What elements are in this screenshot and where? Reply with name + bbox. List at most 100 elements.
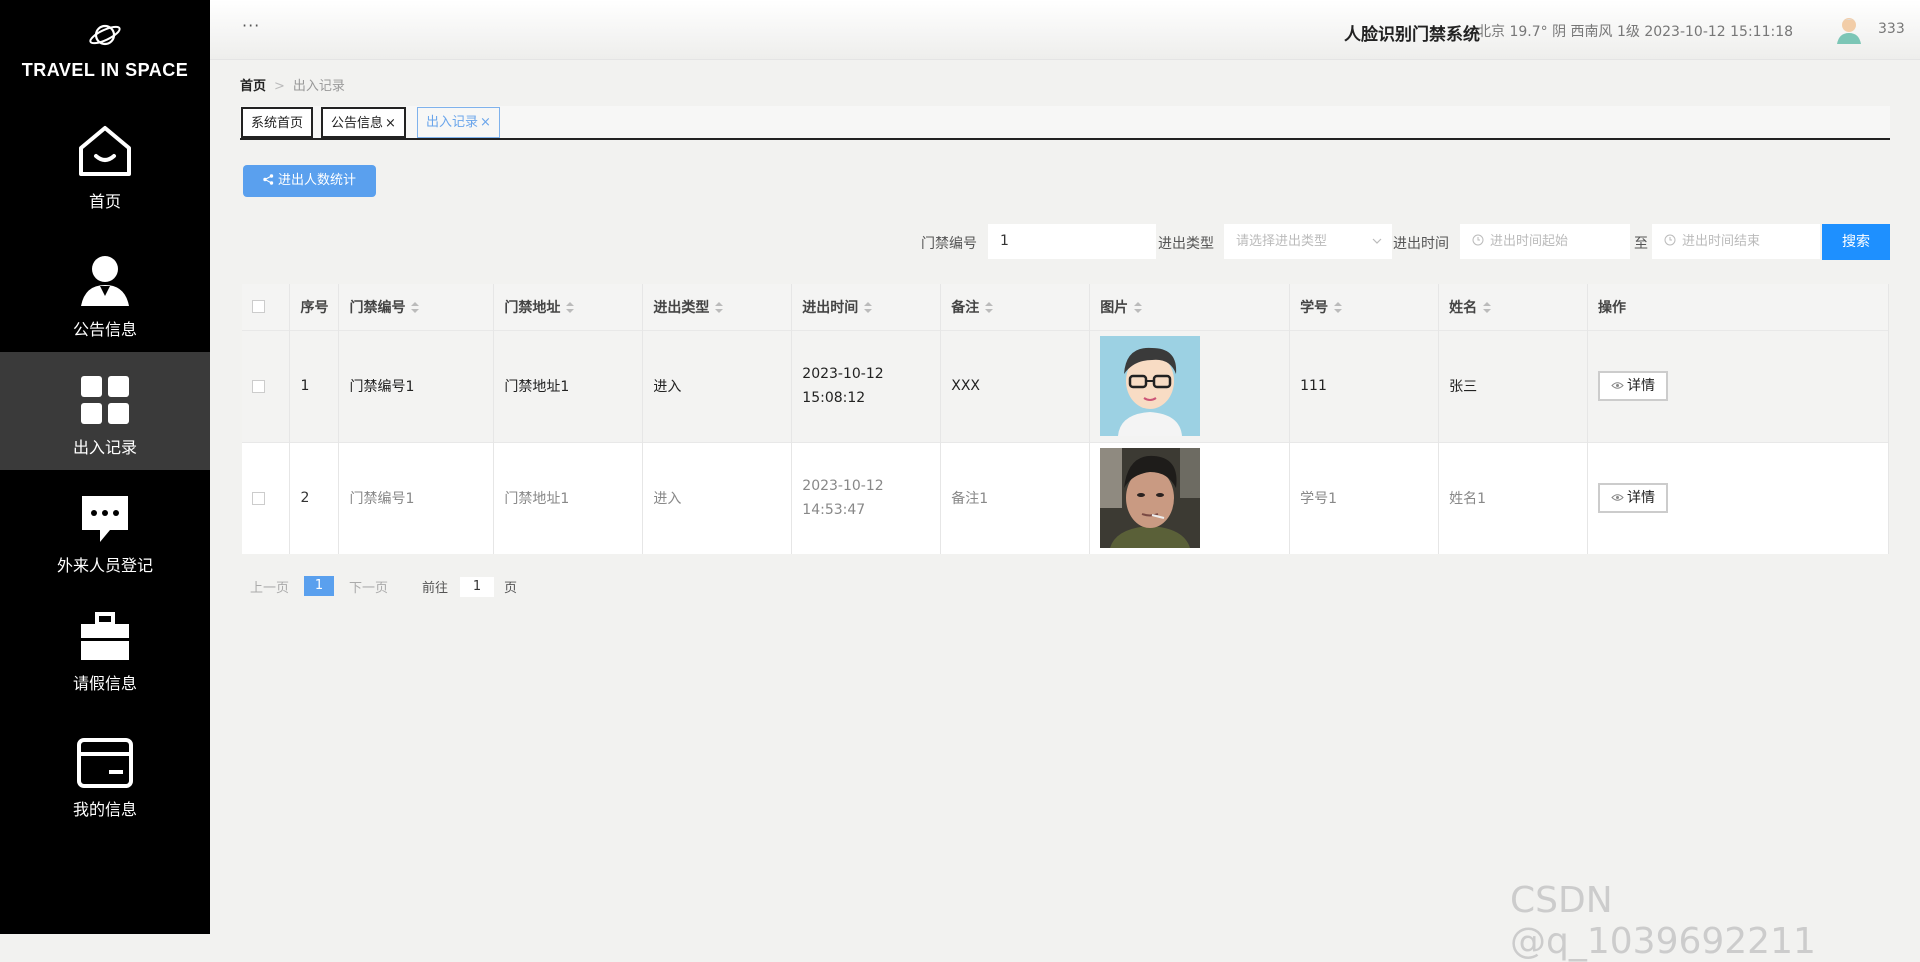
search-button[interactable]: 搜索 xyxy=(1822,224,1890,260)
planet-icon xyxy=(89,24,121,46)
cell-student-id: 111 xyxy=(1289,329,1440,442)
user-icon xyxy=(81,256,129,306)
cell-no: 2 xyxy=(289,441,340,554)
sort-icon[interactable] xyxy=(715,302,724,314)
sort-icon[interactable] xyxy=(1334,302,1343,314)
cell-gate: 门禁编号1 xyxy=(338,441,495,554)
row-checkbox[interactable] xyxy=(252,491,265,505)
gate-number-input[interactable]: 1 xyxy=(988,224,1156,259)
chat-icon xyxy=(82,496,128,542)
face-photo[interactable] xyxy=(1100,336,1201,436)
avatar[interactable] xyxy=(1836,16,1862,44)
header-cell[interactable]: 学号 xyxy=(1289,284,1440,330)
detail-button[interactable]: 详情 xyxy=(1598,371,1669,401)
sidebar-item-label: 公告信息 xyxy=(72,320,137,339)
sort-icon[interactable] xyxy=(985,302,994,314)
page-unit-label: 页 xyxy=(504,581,518,596)
stats-button[interactable]: 进出人数统计 xyxy=(243,165,376,197)
header-cell[interactable]: 进出时间 xyxy=(791,284,942,330)
sidebar-item-label: 出入记录 xyxy=(72,438,137,457)
watermark: CSDN @q_1039692211 xyxy=(1510,880,1816,962)
sort-icon[interactable] xyxy=(566,302,575,314)
tab-notice[interactable]: 公告信息 × xyxy=(321,107,406,138)
chevron-down-icon xyxy=(1372,238,1382,244)
header-cell: 操作 xyxy=(1587,284,1889,330)
tab-records[interactable]: 出入记录 × xyxy=(417,107,500,138)
weather-info: 北京 19.7° 阴 西南风 1级 2023-10-12 15:11:18 xyxy=(1477,24,1794,40)
row-select[interactable] xyxy=(242,441,291,554)
header-cell[interactable]: 进出类型 xyxy=(642,284,793,330)
sidebar-item-home[interactable]: 首页 xyxy=(0,120,210,238)
briefcase-icon xyxy=(81,612,129,660)
row-select[interactable] xyxy=(242,329,291,442)
close-icon[interactable]: × xyxy=(480,115,491,130)
cell-student-id: 学号1 xyxy=(1289,441,1440,554)
cell-gate: 门禁编号1 xyxy=(338,329,495,442)
sidebar-item-label: 请假信息 xyxy=(72,674,137,693)
eye-icon xyxy=(1611,494,1624,501)
end-time-placeholder: 进出时间结束 xyxy=(1682,234,1761,249)
cell-type: 进入 xyxy=(642,329,793,442)
cell-time: 2023-10-12 14:53:47 xyxy=(791,441,942,554)
table-row[interactable]: 1 门禁编号1 门禁地址1 进入 2023-10-12 15:08:12 XXX… xyxy=(242,329,1889,442)
end-time-input[interactable]: 进出时间结束 xyxy=(1652,224,1820,259)
sidebar-item-label: 首页 xyxy=(88,192,121,211)
detail-button[interactable]: 详情 xyxy=(1598,483,1669,514)
records-table: 序号 门禁编号 门禁地址 进出类型 进出时间 备注 图片 学号 姓名 操作 1 … xyxy=(242,284,1889,554)
header-cell[interactable]: 图片 xyxy=(1089,284,1291,330)
sidebar-item-profile[interactable]: 我的信息 xyxy=(0,738,210,856)
close-icon[interactable]: × xyxy=(385,116,396,131)
header-cell: 序号 xyxy=(289,284,340,330)
face-photo[interactable] xyxy=(1100,448,1201,549)
cell-address: 门禁地址1 xyxy=(493,329,644,442)
breadcrumb-home[interactable]: 首页 xyxy=(240,79,266,94)
breadcrumb-separator: > xyxy=(274,79,285,94)
cell-action: 详情 xyxy=(1587,441,1889,554)
breadcrumb-current: 出入记录 xyxy=(292,79,345,94)
header-cell[interactable]: 门禁地址 xyxy=(493,284,644,330)
sort-icon[interactable] xyxy=(864,302,873,314)
sidebar-item-visitor[interactable]: 外来人员登记 xyxy=(0,494,210,612)
sort-icon[interactable] xyxy=(411,302,420,314)
tab-label: 出入记录 xyxy=(426,115,479,130)
to-label: 至 xyxy=(1634,236,1648,252)
time-label: 进出时间 xyxy=(1393,236,1449,252)
header-select-all[interactable] xyxy=(242,284,291,330)
table-header-row: 序号 门禁编号 门禁地址 进出类型 进出时间 备注 图片 学号 姓名 操作 xyxy=(242,284,1889,330)
goto-page-input[interactable]: 1 xyxy=(460,577,494,597)
cell-address: 门禁地址1 xyxy=(493,441,644,554)
clock-icon xyxy=(1472,234,1484,246)
table-row[interactable]: 2 门禁编号1 门禁地址1 进入 2023-10-12 14:53:47 备注1 xyxy=(242,441,1889,554)
sort-icon[interactable] xyxy=(1134,302,1143,314)
gate-label: 门禁编号 xyxy=(921,236,977,252)
header-cell[interactable]: 备注 xyxy=(940,284,1091,330)
type-label: 进出类型 xyxy=(1158,236,1214,252)
sidebar-item-records[interactable]: 出入记录 xyxy=(0,352,210,470)
tab-label: 系统首页 xyxy=(251,116,304,131)
sidebar-item-leave[interactable]: 请假信息 xyxy=(0,612,210,730)
type-select[interactable]: 请选择进出类型 xyxy=(1224,224,1392,259)
prev-page-button[interactable]: 上一页 xyxy=(250,577,289,596)
next-page-button[interactable]: 下一页 xyxy=(349,577,388,596)
detail-label: 详情 xyxy=(1627,490,1656,507)
breadcrumb: 首页 > 出入记录 xyxy=(240,75,345,94)
tab-system-home[interactable]: 系统首页 xyxy=(241,107,314,138)
cell-photo xyxy=(1089,441,1291,554)
username[interactable]: 333 xyxy=(1878,21,1905,37)
sort-icon[interactable] xyxy=(1483,302,1492,314)
detail-label: 详情 xyxy=(1627,378,1656,394)
start-time-input[interactable]: 进出时间起始 xyxy=(1460,224,1630,259)
select-all-checkbox[interactable] xyxy=(252,300,265,314)
header-cell[interactable]: 门禁编号 xyxy=(338,284,495,330)
goto-label: 前往 xyxy=(422,581,449,596)
home-icon xyxy=(79,126,131,176)
row-checkbox[interactable] xyxy=(252,379,265,393)
cell-time: 2023-10-12 15:08:12 xyxy=(791,329,942,442)
type-select-placeholder: 请选择进出类型 xyxy=(1236,234,1328,249)
cell-type: 进入 xyxy=(642,441,793,554)
stats-button-label: 进出人数统计 xyxy=(277,173,356,188)
page-number[interactable]: 1 xyxy=(304,576,334,596)
cell-action: 详情 xyxy=(1587,329,1889,442)
sidebar: TRAVEL IN SPACE 首页 公告信息 出入记录 外来人员登记 请假信息… xyxy=(0,0,210,934)
header-cell[interactable]: 姓名 xyxy=(1438,284,1589,330)
